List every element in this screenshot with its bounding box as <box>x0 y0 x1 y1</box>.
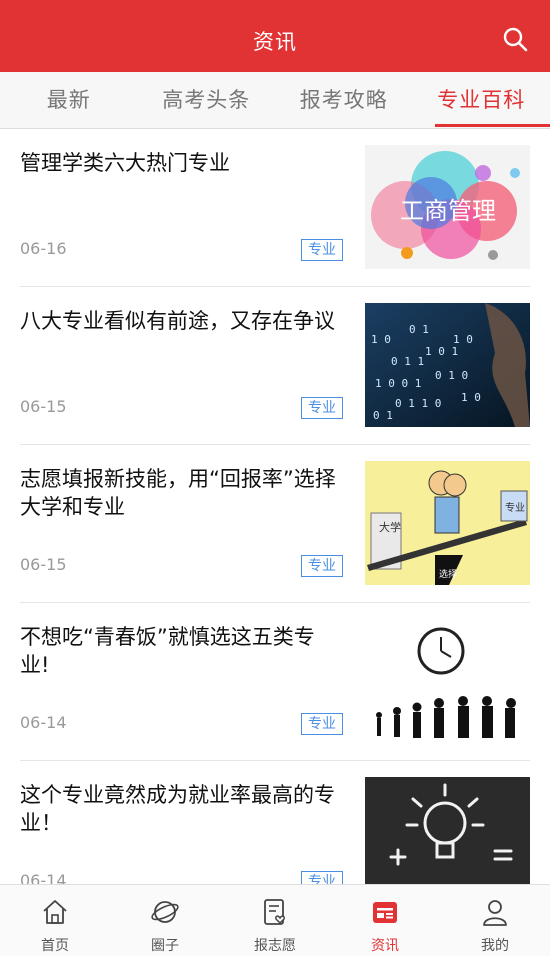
article-item[interactable]: 这个专业竟然成为就业率最高的专业！ 06-14 专业 <box>20 761 530 884</box>
tabbar-label: 资讯 <box>371 938 399 954</box>
app-header: 资讯 <box>0 0 550 72</box>
article-item[interactable]: 志愿填报新技能，用“回报率”选择大学和专业 06-15 专业 大学 专业 选择 <box>20 445 530 603</box>
svg-text:0 1 0: 0 1 0 <box>435 369 468 382</box>
article-title[interactable]: 志愿填报新技能，用“回报率”选择大学和专业 <box>20 465 340 521</box>
image-caption: 工商管理 <box>400 197 496 225</box>
page-title: 资讯 <box>253 30 297 54</box>
article-tag: 专业 <box>301 397 343 419</box>
article-item[interactable]: 八大专业看似有前途，又存在争议 06-15 专业 1 00 1 1 1 0 0 … <box>20 287 530 445</box>
article-thumbnail[interactable] <box>365 619 530 743</box>
article-date: 06-14 <box>20 713 67 732</box>
article-thumbnail[interactable] <box>365 777 530 884</box>
svg-text:0 1 1: 0 1 1 <box>391 355 424 368</box>
article-list: 管理学类六大热门专业 06-16 专业 工商管理 八大专业看似有前途，又存在争议… <box>0 129 550 884</box>
svg-text:1 0: 1 0 <box>461 391 481 404</box>
tabbar-label: 圈子 <box>151 938 179 954</box>
image-label-university: 大学 <box>379 520 401 534</box>
article-tag: 专业 <box>301 713 343 735</box>
tabbar-item-home[interactable]: 首页 <box>0 885 110 956</box>
tabbar-label: 首页 <box>41 938 69 954</box>
bottom-tabbar: 首页 圈子 报志愿 资讯 我的 <box>0 884 550 956</box>
article-tag: 专业 <box>301 239 343 261</box>
image-label-major: 专业 <box>505 501 525 514</box>
article-thumbnail[interactable]: 大学 专业 选择 <box>365 461 530 585</box>
article-date: 06-16 <box>20 239 67 258</box>
category-tabs: 最新 高考头条 报考攻略 专业百科 <box>0 72 550 129</box>
article-tag: 专业 <box>301 555 343 577</box>
article-item[interactable]: 不想吃“青春饭”就慎选这五类专业! 06-14 专业 <box>20 603 530 761</box>
svg-text:1 0 0 1: 1 0 0 1 <box>375 377 421 390</box>
home-icon <box>43 900 67 924</box>
article-thumbnail[interactable]: 工商管理 <box>365 145 530 269</box>
article-title[interactable]: 这个专业竟然成为就业率最高的专业！ <box>20 781 340 837</box>
tabbar-item-circle[interactable]: 圈子 <box>110 885 220 956</box>
svg-text:0 1 1 0: 0 1 1 0 <box>395 397 441 410</box>
article-date: 06-15 <box>20 555 67 574</box>
svg-text:1 0: 1 0 <box>371 333 391 346</box>
tabbar-item-apply[interactable]: 报志愿 <box>220 885 330 956</box>
tab-application-guide[interactable]: 报考攻略 <box>275 72 413 128</box>
svg-text:0 1: 0 1 <box>373 409 393 422</box>
tab-gaokao-headlines[interactable]: 高考头条 <box>138 72 276 128</box>
article-tag: 专业 <box>301 871 343 884</box>
image-label-choice: 选择 <box>439 568 457 580</box>
tabbar-item-news[interactable]: 资讯 <box>330 885 440 956</box>
article-title[interactable]: 八大专业看似有前途，又存在争议 <box>20 307 340 335</box>
article-date: 06-14 <box>20 871 67 884</box>
tabbar-label: 报志愿 <box>254 938 296 954</box>
svg-text:0 1: 0 1 <box>409 323 429 336</box>
article-title[interactable]: 管理学类六大热门专业 <box>20 149 340 177</box>
tabbar-item-me[interactable]: 我的 <box>440 885 550 956</box>
article-thumbnail[interactable]: 1 00 1 1 1 0 0 10 1 1 0 10 1 0 0 1 1 01 … <box>365 303 530 427</box>
form-heart-icon <box>264 899 285 925</box>
tab-latest[interactable]: 最新 <box>0 72 138 128</box>
user-icon <box>483 900 507 926</box>
svg-text:1 0 1: 1 0 1 <box>425 345 458 358</box>
tabbar-label: 我的 <box>481 938 509 954</box>
news-icon <box>373 902 397 923</box>
article-item[interactable]: 管理学类六大热门专业 06-16 专业 工商管理 <box>20 129 530 287</box>
planet-icon <box>151 901 179 923</box>
svg-text:1 0: 1 0 <box>453 333 473 346</box>
article-date: 06-15 <box>20 397 67 416</box>
article-title[interactable]: 不想吃“青春饭”就慎选这五类专业! <box>20 623 340 679</box>
tab-major-encyclopedia[interactable]: 专业百科 <box>413 72 550 128</box>
search-icon[interactable] <box>502 26 528 52</box>
